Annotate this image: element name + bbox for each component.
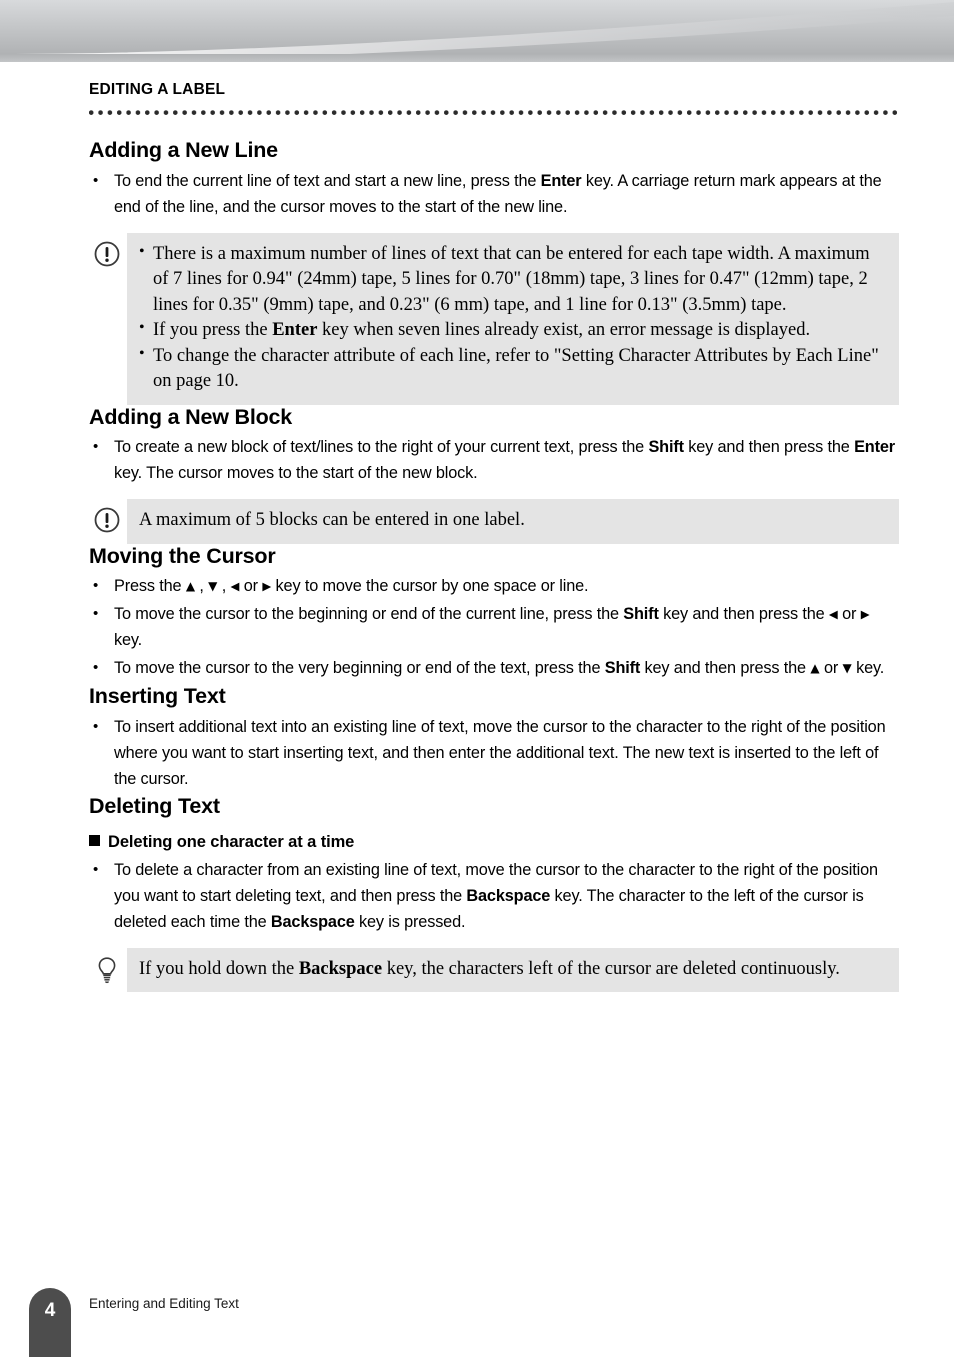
tip-list: If you hold down the Backspace key, the … [139, 957, 887, 983]
tip-item: If you hold down the Backspace key, the … [139, 958, 840, 979]
note-panel: There is a maximum number of lines of te… [127, 232, 899, 405]
page-content: Adding a New Line To end the current lin… [89, 138, 899, 993]
note-panel: A maximum of 5 blocks can be entered in … [127, 499, 899, 544]
arrow-left-icon: ◀ [230, 579, 240, 594]
warning-icon [92, 505, 122, 535]
list-item: To move the cursor to the very beginning… [89, 656, 899, 682]
list-item: Press the ▲ , ▼ , ◀ or ▶ key to move the… [89, 574, 899, 600]
note-list: A maximum of 5 blocks can be entered in … [139, 508, 887, 534]
bullet-list-inserting-text: To insert additional text into an existi… [89, 715, 899, 793]
list-item: To create a new block of text/lines to t… [89, 435, 899, 487]
bullet-list-adding-a-new-line: To end the current line of text and star… [89, 169, 899, 221]
note-item: If you press the Enter key when seven li… [139, 317, 887, 344]
square-bullet-icon [89, 835, 100, 847]
bullet-list-moving-the-cursor: Press the ▲ , ▼ , ◀ or ▶ key to move the… [89, 574, 899, 682]
arrow-right-icon: ▶ [262, 579, 272, 594]
note-box-adding-a-new-block: A maximum of 5 blocks can be entered in … [89, 499, 899, 544]
section-heading-deleting-text: Deleting Text [89, 794, 220, 819]
chapter-title: EDITING A LABEL [89, 81, 226, 98]
footer-running-title: Entering and Editing Text [89, 1296, 239, 1311]
subsection-heading-deleting-one-character: Deleting one character at a time [89, 833, 899, 852]
warning-icon [92, 239, 122, 269]
arrow-up-icon: ▲ [810, 661, 820, 676]
section-heading-adding-a-new-block: Adding a New Block [89, 404, 293, 429]
bullet-list-adding-a-new-block: To create a new block of text/lines to t… [89, 435, 899, 487]
note-list: There is a maximum number of lines of te… [139, 241, 887, 395]
arrow-up-icon: ▲ [185, 579, 196, 594]
list-item: To delete a character from an existing l… [89, 858, 899, 936]
arrow-down-icon: ▼ [842, 661, 852, 676]
section-heading-adding-a-new-line: Adding a New Line [89, 138, 278, 162]
arrow-right-icon: ▶ [860, 607, 870, 622]
note-item: There is a maximum number of lines of te… [139, 241, 887, 319]
arrow-down-icon: ▼ [208, 579, 218, 594]
tip-box-backspace: If you hold down the Backspace key, the … [89, 947, 899, 993]
section-heading-moving-the-cursor: Moving the Cursor [89, 543, 276, 568]
tip-panel: If you hold down the Backspace key, the … [127, 947, 899, 993]
dotted-divider [89, 110, 897, 116]
document-page: EDITING A LABEL Adding a New Line To end… [0, 0, 954, 1357]
note-item: To change the character attribute of eac… [139, 343, 887, 395]
list-item: To end the current line of text and star… [89, 169, 899, 221]
arrow-left-icon: ◀ [828, 607, 838, 622]
list-item: To move the cursor to the beginning or e… [89, 602, 899, 654]
page-number: 4 [44, 1300, 56, 1321]
bullet-list-deleting-one-character: To delete a character from an existing l… [89, 858, 899, 936]
subsection-label: Deleting one character at a time [108, 833, 355, 852]
section-heading-inserting-text: Inserting Text [89, 684, 226, 709]
note-item: A maximum of 5 blocks can be entered in … [139, 510, 525, 531]
list-item: To insert additional text into an existi… [89, 715, 899, 793]
lightbulb-icon [92, 954, 122, 984]
note-box-adding-a-new-line: There is a maximum number of lines of te… [89, 232, 899, 405]
page-number-tab: 4 [29, 1288, 71, 1357]
